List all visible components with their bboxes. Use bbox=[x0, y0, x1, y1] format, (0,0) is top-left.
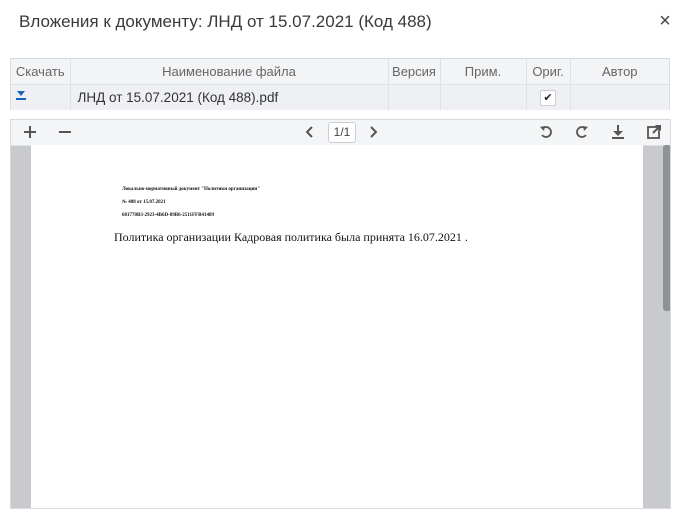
page-indicator[interactable]: 1/1 bbox=[328, 122, 356, 143]
plus-icon[interactable] bbox=[20, 122, 40, 142]
column-header-note[interactable]: Прим. bbox=[440, 59, 527, 85]
author-cell bbox=[570, 84, 669, 110]
pdf-viewer: 1/1 Локально-нормативный документ "Полит… bbox=[10, 119, 671, 509]
rotate-left-icon[interactable] bbox=[536, 122, 556, 142]
column-header-author[interactable]: Автор bbox=[570, 59, 669, 85]
download-icon[interactable] bbox=[16, 90, 28, 102]
pdf-body-text: Политика организации Кадровая политика б… bbox=[114, 230, 468, 244]
original-checkbox[interactable]: ✔ bbox=[540, 90, 556, 106]
pdf-header-line-2: № 488 от 15.07.2021 bbox=[122, 200, 166, 205]
pdf-header-line-1: Локально-нормативный документ "Политики … bbox=[122, 187, 261, 192]
pdf-header-line-3: 681770B3-2923-4B6D-89B6-2511FFB41489 bbox=[122, 213, 214, 218]
original-cell: ✔ bbox=[526, 84, 571, 110]
rotate-right-icon[interactable] bbox=[572, 122, 592, 142]
viewer-toolbar: 1/1 bbox=[11, 120, 670, 146]
chevron-left-icon[interactable] bbox=[300, 122, 320, 142]
column-header-version[interactable]: Версия bbox=[388, 59, 441, 85]
minus-icon[interactable] bbox=[55, 122, 75, 142]
pdf-page: Локально-нормативный документ "Политики … bbox=[31, 145, 643, 508]
close-icon[interactable]: × bbox=[655, 10, 675, 32]
dialog-title: Вложения к документу: ЛНД от 15.07.2021 … bbox=[19, 12, 432, 31]
scrollbar-thumb[interactable] bbox=[663, 145, 670, 311]
column-header-file-name[interactable]: Наименование файла bbox=[70, 59, 389, 85]
column-header-download[interactable]: Скачать bbox=[11, 59, 71, 85]
table-row[interactable]: ЛНД от 15.07.2021 (Код 488).pdf ✔ bbox=[11, 84, 669, 110]
file-name-cell[interactable]: ЛНД от 15.07.2021 (Код 488).pdf bbox=[70, 84, 389, 110]
dialog-header: Вложения к документу: ЛНД от 15.07.2021 … bbox=[0, 0, 679, 46]
note-cell bbox=[440, 84, 527, 110]
attachments-grid: Скачать Наименование файла Версия Прим. … bbox=[10, 58, 670, 110]
grid-header-row: Скачать Наименование файла Версия Прим. … bbox=[11, 59, 669, 85]
chevron-right-icon[interactable] bbox=[363, 122, 383, 142]
version-cell bbox=[388, 84, 441, 110]
download-icon[interactable] bbox=[608, 122, 628, 142]
open-external-icon[interactable] bbox=[644, 122, 664, 142]
column-header-original[interactable]: Ориг. bbox=[526, 59, 571, 85]
download-cell bbox=[11, 84, 71, 110]
viewer-scrollbar[interactable] bbox=[663, 145, 670, 508]
